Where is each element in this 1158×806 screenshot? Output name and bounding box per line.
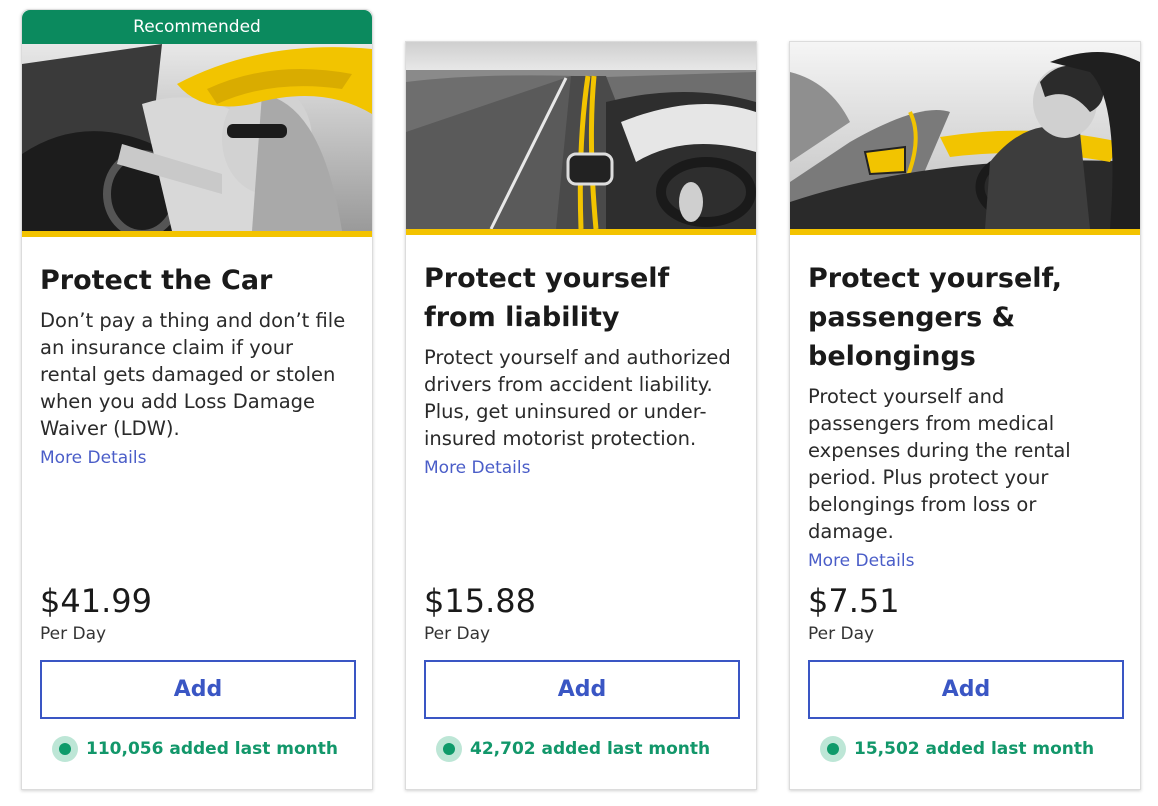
card-title: Protect the Car — [40, 265, 273, 296]
price-unit: Per Day — [808, 624, 875, 644]
status-dot-icon — [820, 736, 846, 762]
status-dot-icon — [436, 736, 462, 762]
card-title: Protect yourself from liability — [424, 263, 670, 333]
price-value: $7.51 — [808, 582, 900, 620]
price-value: $15.88 — [424, 582, 536, 620]
add-button[interactable]: Add — [40, 660, 356, 719]
card-description: Protect yourself and authorized drivers … — [424, 346, 731, 450]
social-proof-text: 110,056 added last month — [86, 739, 338, 759]
social-proof-text: 15,502 added last month — [854, 739, 1095, 759]
card-description: Don’t pay a thing and don’t file an insu… — [40, 309, 346, 440]
add-button[interactable]: Add — [808, 660, 1124, 719]
more-details-link[interactable]: More Details — [40, 448, 146, 468]
card-description: Protect yourself and passengers from med… — [808, 385, 1071, 543]
card-title: Protect yourself, passengers & belonging… — [808, 263, 1063, 372]
price-block: $7.51 Per Day — [808, 583, 900, 644]
social-proof: 15,502 added last month — [820, 736, 1094, 762]
price-block: $15.88 Per Day — [424, 583, 536, 644]
yellow-accent-stripe — [22, 231, 372, 237]
yellow-accent-stripe — [790, 229, 1140, 235]
convertible-driver-photo — [790, 42, 1140, 229]
more-details-link[interactable]: More Details — [424, 458, 530, 478]
protection-card-personal: Protect yourself, passengers & belonging… — [789, 41, 1141, 790]
protection-card-car: Recommended Protect the Car Don’t pay a … — [21, 9, 373, 790]
price-unit: Per Day — [40, 624, 107, 644]
status-dot-icon — [52, 736, 78, 762]
recommended-banner: Recommended — [22, 10, 372, 44]
social-proof: 110,056 added last month — [52, 736, 338, 762]
price-unit: Per Day — [424, 624, 491, 644]
price-value: $41.99 — [40, 582, 152, 620]
driver-with-yellow-hat-photo — [22, 44, 372, 231]
price-block: $41.99 Per Day — [40, 583, 152, 644]
social-proof: 42,702 added last month — [436, 736, 710, 762]
yellow-accent-stripe — [406, 229, 756, 235]
protection-card-liability: Protect yourself from liability Protect … — [405, 41, 757, 790]
social-proof-text: 42,702 added last month — [470, 739, 711, 759]
open-road-driving-photo — [406, 42, 756, 229]
add-button[interactable]: Add — [424, 660, 740, 719]
more-details-link[interactable]: More Details — [808, 551, 914, 571]
